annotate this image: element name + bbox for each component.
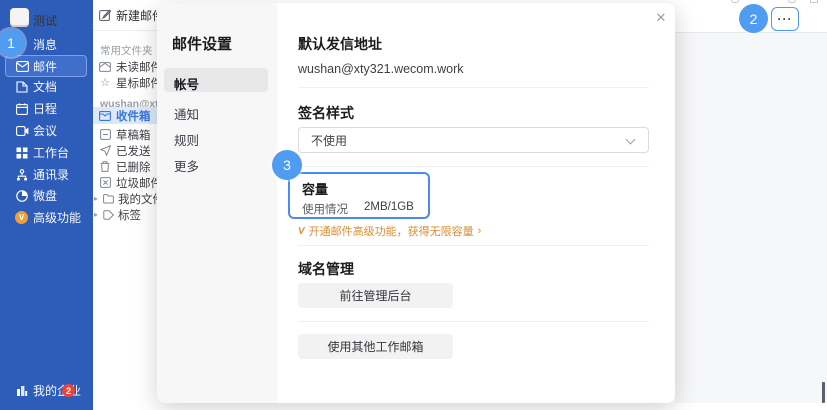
sidebar-item-calendar[interactable]: 日程 [0,98,93,119]
premium-promo-link[interactable]: V 开通邮件高级功能，获得无限容量 › [298,223,481,239]
folder-drafts[interactable]: 草稿箱 [93,126,160,143]
sidebar-item-workbench[interactable]: 工作台 [0,142,93,163]
workspace-name: 测试 [33,12,57,29]
chevron-down-icon [626,135,636,145]
spam-icon [99,177,111,189]
grid-icon [15,146,29,160]
signature-selected-option: 不使用 [311,132,347,149]
arrow-right-icon: › [478,225,482,237]
capacity-usage-value: 2MB/1GB [364,201,414,213]
use-other-mailbox-button[interactable]: 使用其他工作邮箱 [298,334,453,359]
compose-icon [99,9,111,21]
default-address-heading: 默认发信地址 [298,34,382,54]
more-options-button[interactable]: ··· [771,7,799,31]
sent-icon [99,145,111,157]
inbox-icon [99,110,111,122]
workspace-avatar[interactable] [10,8,29,27]
panel-divider [93,30,160,31]
sidebar-item-drive[interactable]: 微盘 [0,185,93,206]
expand-caret-icon[interactable]: ▸ [94,194,98,203]
folder-spam[interactable]: 垃圾邮件 [93,174,160,191]
signature-select[interactable]: 不使用 [298,127,649,153]
sidebar-item-contacts[interactable]: 通讯录 [0,164,93,185]
folder-unread[interactable]: 未读邮件 [93,58,160,75]
app-window: 测试 消息 邮件 文档 日程 会议 [0,0,827,410]
folder-icon [102,193,114,205]
disk-icon [15,189,29,203]
step-annotation-3: 3 [272,150,302,180]
video-camera-icon [15,124,29,138]
calendar-icon [15,102,29,116]
settings-tab-account[interactable]: 帐号 [174,74,199,93]
text-cursor [822,382,825,403]
settings-title: 邮件设置 [172,33,232,54]
premium-v-icon: V [15,211,28,224]
section-divider [298,166,649,167]
settings-tab-more[interactable]: 更多 [174,156,199,175]
settings-tab-rules[interactable]: 规则 [174,130,199,149]
section-divider [298,245,649,246]
settings-tab-notifications[interactable]: 通知 [174,104,199,123]
signature-heading: 签名样式 [298,103,354,123]
folder-inbox[interactable]: 收件箱 [93,107,160,124]
sidebar-item-mail[interactable]: 邮件 [0,56,93,77]
section-divider [298,87,649,88]
company-unread-badge: 2 [62,384,75,397]
common-folders-label: 常用文件夹 [93,42,160,59]
premium-promo-text: 开通邮件高级功能，获得无限容量 [309,223,474,239]
trash-icon [99,161,111,173]
unread-mail-icon [99,61,111,73]
mail-settings-modal: 邮件设置 帐号 通知 规则 更多 ✕ 默认发信地址 wushan@xty321.… [157,3,675,403]
document-icon [15,80,29,94]
sidebar-item-meeting[interactable]: 会议 [0,120,93,141]
folder-my-folders[interactable]: ▸ 我的文件夹 [93,190,160,207]
expand-caret-icon[interactable]: ▸ [94,210,98,219]
org-chart-icon [15,168,29,182]
domain-heading: 域名管理 [298,259,354,279]
folder-tags[interactable]: ▸ 标签 [93,206,160,223]
draft-icon [99,129,111,141]
company-icon [15,384,29,398]
folder-starred[interactable]: ☆ 星标邮件 [93,74,160,91]
sidebar-item-docs[interactable]: 文档 [0,76,93,97]
folder-sent[interactable]: 已发送 [93,142,160,159]
sidebar-item-my-company[interactable]: 我的企业 2 [0,380,93,401]
window-bottom-strip [157,403,827,410]
close-icon[interactable]: ✕ [651,8,671,28]
capacity-heading: 容量 [302,179,328,198]
app-sidebar: 测试 消息 邮件 文档 日程 会议 [0,0,93,410]
capacity-usage-label: 使用情况 [302,201,348,217]
sidebar-item-premium-features[interactable]: V 高级功能 [0,207,93,228]
premium-v-icon: V [297,226,305,237]
step-annotation-2: 2 [739,4,768,33]
section-divider [298,321,649,322]
go-admin-console-button[interactable]: 前往管理后台 [298,283,453,308]
capacity-highlight-box: 容量 使用情况 2MB/1GB [288,172,430,219]
mail-icon [15,60,29,74]
settings-nav: 邮件设置 帐号 通知 规则 更多 [157,3,277,403]
star-icon: ☆ [99,77,111,89]
compose-mail-button[interactable]: 新建邮件 [93,6,160,24]
folder-deleted[interactable]: 已删除 [93,158,160,175]
default-address-value: wushan@xty321.wecom.work [298,62,464,76]
mail-folder-panel: 新建邮件 常用文件夹 未读邮件 ☆ 星标邮件 wushan@xty3 收件箱 [93,0,160,410]
clipped-toolbar-icon [810,0,818,3]
mail-content-area [675,0,827,410]
tag-icon [102,209,114,221]
